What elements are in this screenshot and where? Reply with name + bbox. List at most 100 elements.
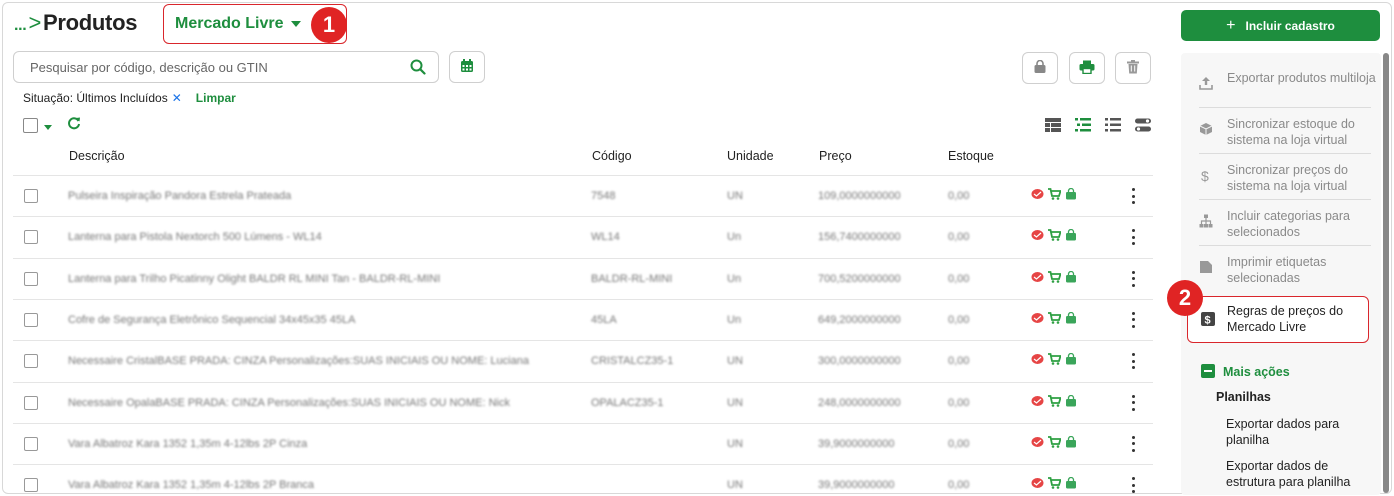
search-box [13, 51, 439, 83]
active-filter: Situação: Últimos Incluídos ✕ Limpar [23, 91, 236, 105]
clear-filter-link[interactable]: Limpar [196, 91, 236, 105]
search-input[interactable] [30, 60, 410, 75]
store-bag-icon [1065, 394, 1077, 410]
cart-icon [1048, 477, 1062, 492]
row-menu-icon[interactable] [1130, 477, 1136, 494]
grid-view-icon[interactable] [1045, 118, 1061, 135]
row-menu-icon[interactable] [1130, 353, 1136, 370]
bag-button[interactable] [1022, 52, 1058, 84]
row-menu-icon[interactable] [1130, 270, 1136, 287]
cell-estoque: 0,00 [948, 479, 970, 492]
action-label: Sincronizar preços do sistema na loja vi… [1227, 163, 1348, 193]
channel-status [1031, 353, 1077, 368]
row-checkbox[interactable] [24, 271, 38, 286]
row-checkbox[interactable] [24, 436, 38, 451]
cell-unidade: UN [727, 190, 743, 202]
ml-channel-icon [1031, 229, 1044, 244]
row-menu-icon[interactable] [1130, 229, 1136, 246]
row-menu-icon[interactable] [1130, 394, 1136, 411]
row-menu-icon[interactable] [1130, 435, 1136, 452]
cell-unidade: UN [727, 437, 743, 450]
store-bag-icon [1065, 435, 1077, 451]
row-menu-icon[interactable] [1130, 311, 1136, 328]
toggle-columns-icon[interactable] [1135, 118, 1151, 135]
action-label: Exportar produtos multiloja [1227, 71, 1376, 85]
cell-unidade: Un [727, 313, 742, 326]
list-detailed-view-icon[interactable] [1075, 118, 1091, 135]
column-header-estoque[interactable]: Estoque [948, 149, 994, 163]
table-row[interactable]: Cofre de Segurança Eletrônico Sequencial… [13, 298, 1153, 340]
channel-status [1031, 311, 1077, 327]
column-header-preco[interactable]: Preço [819, 149, 852, 163]
planilhas-heading: Planilhas [1216, 390, 1271, 404]
row-checkbox[interactable] [24, 395, 38, 410]
channel-status [1031, 435, 1077, 451]
table-row[interactable]: Necessaire OpalaBASE PRADA: CINZA Person… [13, 381, 1153, 423]
row-checkbox[interactable] [24, 230, 38, 245]
row-checkbox[interactable] [24, 478, 38, 493]
export-spreadsheet-link[interactable]: Exportar dados para planilha [1226, 416, 1376, 448]
row-checkbox[interactable] [24, 312, 38, 327]
sitemap-icon [1199, 214, 1213, 232]
breadcrumb-dots[interactable]: ... [14, 17, 27, 34]
channel-status [1031, 187, 1077, 203]
row-checkbox[interactable] [24, 189, 38, 203]
cell-descricao: Cofre de Segurança Eletrônico Sequencial… [68, 313, 356, 326]
price-rule-icon: $ [1201, 312, 1215, 330]
dollar-icon: $ [1199, 168, 1213, 188]
printer-icon [1079, 60, 1095, 77]
cell-codigo: CRISTALCZ35-1 [591, 355, 674, 368]
list-view-icon[interactable] [1105, 118, 1121, 135]
table-row[interactable]: Vara Albatroz Kara 1352 1,35m 4-12lbs 2P… [13, 422, 1153, 464]
delete-button[interactable] [1115, 52, 1151, 84]
print-button[interactable] [1069, 52, 1105, 84]
divider [1199, 107, 1371, 108]
select-all-checkbox[interactable] [23, 118, 38, 133]
channel-status [1031, 229, 1077, 244]
more-actions-label: Mais ações [1223, 365, 1290, 379]
cart-icon [1048, 229, 1062, 244]
export-structure-spreadsheet-link[interactable]: Exportar dados de estrutura para planilh… [1226, 458, 1376, 490]
store-bag-icon [1065, 311, 1077, 327]
refresh-icon[interactable] [67, 116, 81, 133]
calendar-button[interactable] [449, 51, 485, 83]
add-product-button[interactable]: + Incluir cadastro [1181, 10, 1380, 41]
cell-codigo: BALDR-RL-MINI [591, 272, 673, 285]
cell-estoque: 0,00 [948, 190, 970, 202]
remove-filter-icon[interactable]: ✕ [172, 91, 182, 105]
ml-channel-icon [1031, 271, 1044, 286]
table-row[interactable]: Lanterna para Pistola Nextorch 500 Lúmen… [13, 216, 1153, 257]
channel-status [1031, 270, 1077, 286]
cart-icon [1048, 353, 1062, 368]
column-header-codigo[interactable]: Código [592, 149, 632, 163]
page-title: ...>Produtos [14, 10, 137, 36]
column-header-unidade[interactable]: Unidade [727, 149, 774, 163]
table-row[interactable]: Necessaire CristalBASE PRADA: CINZA Pers… [13, 340, 1153, 381]
breadcrumb-separator: > [28, 10, 41, 35]
column-header-descricao[interactable]: Descrição [69, 149, 125, 163]
collapse-icon [1201, 364, 1215, 378]
cart-icon [1048, 270, 1062, 286]
upload-icon [1199, 76, 1213, 94]
cell-estoque: 0,00 [948, 231, 970, 244]
divider [1199, 245, 1371, 246]
row-checkbox[interactable] [24, 354, 38, 369]
cell-codigo: OPALACZ35-1 [591, 396, 664, 409]
panel-scrollbar[interactable] [1383, 53, 1389, 493]
more-actions-toggle[interactable]: Mais ações [1201, 364, 1290, 379]
cell-descricao: Lanterna para Trilho Picatinny Olight BA… [68, 272, 441, 285]
table-row[interactable]: Lanterna para Trilho Picatinny Olight BA… [13, 257, 1153, 299]
row-menu-icon[interactable] [1130, 188, 1136, 204]
select-options-caret-icon[interactable] [44, 125, 52, 130]
cell-descricao: Vara Albatroz Kara 1352 1,35m 4-12lbs 2P… [68, 479, 315, 492]
store-selector-label: Mercado Livre [175, 15, 284, 32]
search-icon[interactable] [410, 59, 426, 78]
cell-unidade: UN [727, 479, 743, 492]
cell-preco: 700,5200000000 [818, 272, 901, 285]
table-row[interactable]: Pulseira Inspiração Pandora Estrela Prat… [13, 175, 1153, 216]
cell-codigo: 45LA [591, 313, 617, 326]
filter-label: Situação: Últimos Incluídos [23, 91, 168, 105]
store-selector[interactable]: Mercado Livre [175, 15, 302, 33]
ml-channel-icon [1031, 353, 1044, 368]
table-row[interactable]: Vara Albatroz Kara 1352 1,35m 4-12lbs 2P… [13, 464, 1153, 496]
